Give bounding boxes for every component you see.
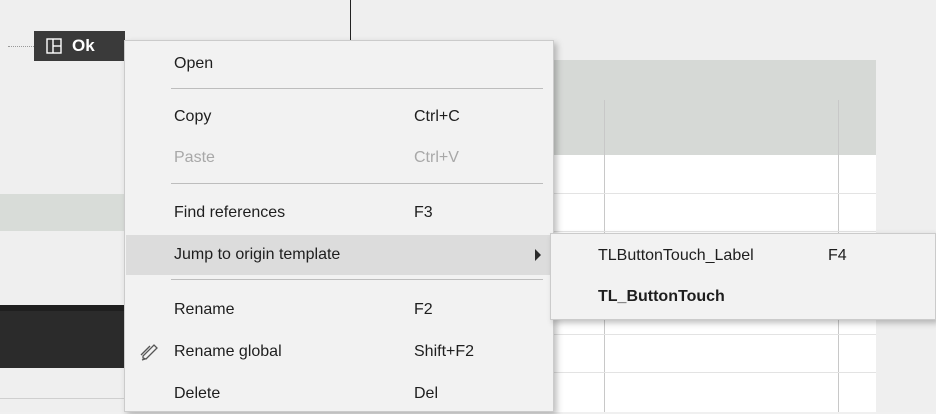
menu-item-copy[interactable]: Copy Ctrl+C [126, 97, 552, 137]
menu-item-label: Paste [174, 149, 215, 166]
menu-item-rename[interactable]: Rename F2 [126, 290, 552, 330]
menu-item-shortcut: Ctrl+V [414, 149, 459, 166]
menu-separator [171, 279, 543, 280]
menu-item-label: Open [174, 55, 214, 72]
menu-item-label: Copy [174, 108, 212, 125]
menu-item-shortcut: Shift+F2 [414, 343, 475, 360]
submenu-item-label: TLButtonTouch_Label [598, 247, 754, 264]
menu-item-find-references[interactable]: Find references F3 [126, 193, 552, 233]
menu-item-jump-to-origin[interactable]: Jump to origin template [126, 235, 552, 275]
jump-to-origin-submenu: TLButtonTouch_Label F4 TL_ButtonTouch [550, 233, 936, 320]
guide-line [350, 0, 351, 40]
menu-separator [171, 183, 543, 184]
menu-item-rename-global[interactable]: Rename global Shift+F2 [126, 332, 552, 372]
canvas-gray-strip [0, 194, 124, 231]
pencil-icon [140, 342, 160, 367]
table-row-divider [550, 231, 876, 232]
table-row-divider [550, 193, 876, 194]
menu-item-paste[interactable]: Paste Ctrl+V [126, 138, 552, 178]
menu-item-shortcut: Ctrl+C [414, 108, 460, 125]
menu-item-label: Rename global [174, 343, 282, 360]
menu-item-shortcut: F3 [414, 204, 433, 221]
menu-item-shortcut: F2 [414, 301, 433, 318]
table-row-divider [550, 372, 876, 373]
submenu-item-tl-buttontouch[interactable]: TL_ButtonTouch [551, 277, 935, 317]
layout-icon [46, 38, 62, 54]
menu-item-label: Delete [174, 385, 221, 402]
submenu-item-shortcut: F4 [828, 247, 847, 264]
canvas-divider [0, 398, 124, 399]
table-header [550, 60, 876, 155]
submenu-item-tlbuttontouch-label[interactable]: TLButtonTouch_Label F4 [551, 236, 935, 276]
menu-item-label: Jump to origin template [174, 246, 341, 263]
menu-item-shortcut: Del [414, 385, 439, 402]
menu-separator [171, 88, 543, 89]
table-row-divider [550, 334, 876, 335]
menu-item-label: Find references [174, 204, 286, 221]
menu-item-label: Rename [174, 301, 235, 318]
submenu-item-label: TL_ButtonTouch [598, 288, 725, 305]
context-menu: Open Copy Ctrl+C Paste Ctrl+V Find refer… [124, 40, 554, 412]
ok-widget-badge[interactable]: Ok [34, 31, 125, 61]
menu-item-delete[interactable]: Delete Del [126, 374, 552, 414]
submenu-arrow-icon [535, 249, 541, 261]
canvas-dark-bar [0, 305, 124, 368]
menu-item-open[interactable]: Open [126, 44, 552, 84]
canvas-dark-bar-edge [0, 305, 124, 311]
ok-widget-label: Ok [72, 36, 95, 55]
